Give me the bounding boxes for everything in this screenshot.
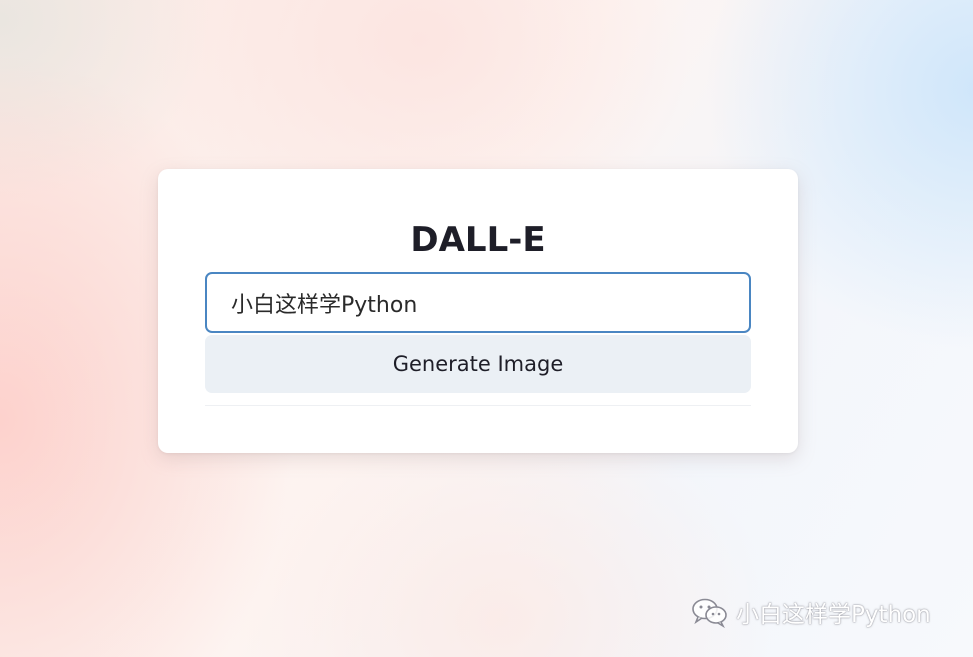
result-divider bbox=[205, 405, 751, 406]
prompt-input[interactable] bbox=[205, 272, 751, 333]
watermark-text: 小白这样学Python bbox=[736, 602, 931, 628]
watermark: 小白这样学Python bbox=[690, 596, 931, 629]
generate-image-button[interactable]: Generate Image bbox=[205, 335, 751, 393]
page-title: DALL-E bbox=[410, 220, 546, 260]
generator-card: DALL-E Generate Image bbox=[158, 169, 798, 453]
wechat-icon bbox=[690, 596, 730, 629]
